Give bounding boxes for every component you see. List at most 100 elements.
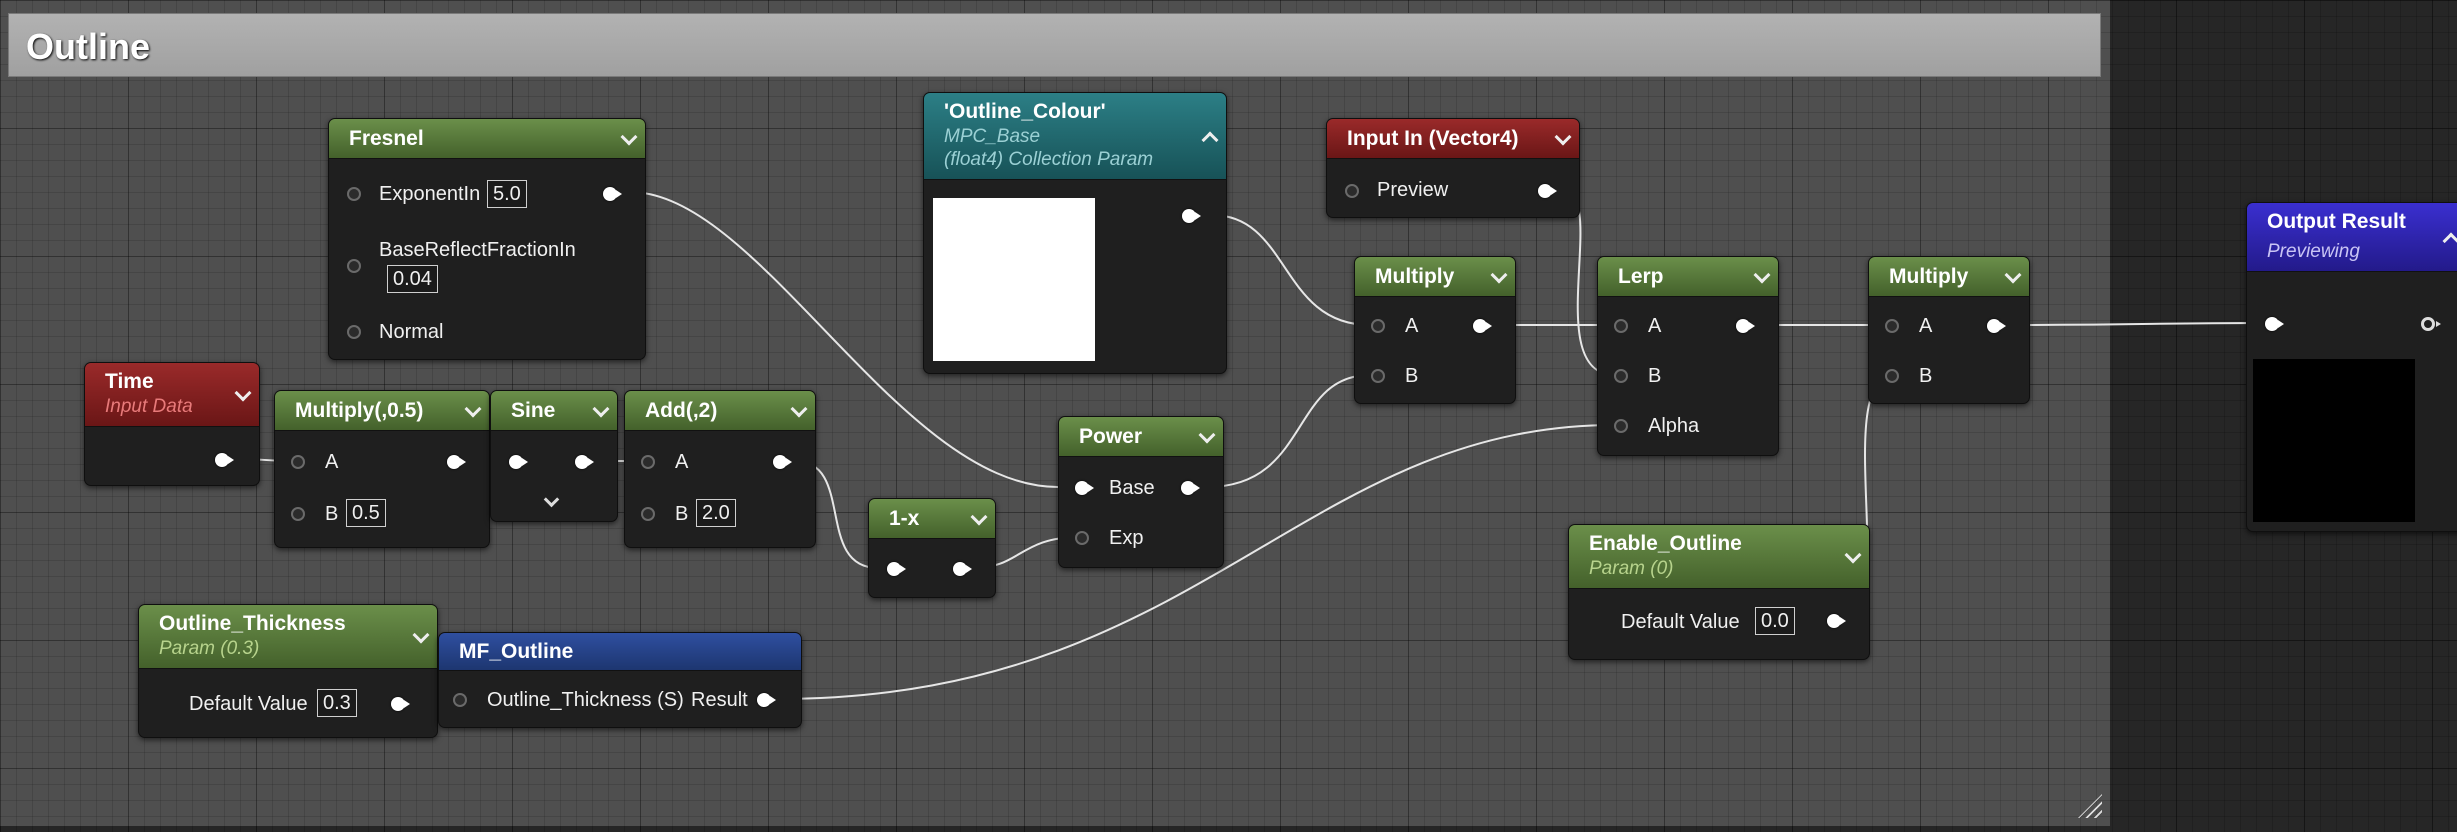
- outline-thickness-output-pin[interactable]: [391, 697, 410, 711]
- multiply-half-b-pin[interactable]: [291, 507, 305, 521]
- outline-colour-header[interactable]: 'Outline_Colour' MPC_Base (float4) Colle…: [924, 93, 1226, 180]
- output-result-input-pin[interactable]: [2265, 317, 2284, 331]
- collapse-chevron-icon[interactable]: [790, 400, 808, 417]
- collapse-chevron-icon[interactable]: [1490, 266, 1508, 283]
- time-node[interactable]: Time Input Data: [84, 362, 260, 486]
- power-exp-pin[interactable]: [1075, 531, 1089, 545]
- multiply-2-a-pin[interactable]: [1885, 319, 1899, 333]
- enable-outline-output-pin[interactable]: [1827, 614, 1846, 628]
- one-minus-header[interactable]: 1-x: [869, 499, 995, 539]
- multiply-1-header[interactable]: Multiply: [1355, 257, 1515, 297]
- enable-outline-node[interactable]: Enable_Outline Param (0) Default Value 0…: [1568, 524, 1870, 660]
- lerp-title: Lerp: [1618, 265, 1664, 288]
- add-a-pin[interactable]: [641, 455, 655, 469]
- comment-header[interactable]: Outline: [8, 13, 2101, 77]
- fresnel-node[interactable]: Fresnel ExponentIn 5.0 BaseReflectFracti…: [328, 118, 646, 360]
- time-subtitle: Input Data: [105, 396, 193, 417]
- collapse-chevron-icon[interactable]: [1554, 128, 1572, 145]
- multiply-half-a-pin[interactable]: [291, 455, 305, 469]
- sine-node[interactable]: Sine: [490, 390, 618, 522]
- sine-input-pin[interactable]: [509, 455, 528, 469]
- add-node[interactable]: Add(,2) A B 2.0: [624, 390, 816, 548]
- one-minus-output-pin[interactable]: [953, 562, 972, 576]
- multiply-1-b-pin[interactable]: [1371, 369, 1385, 383]
- lerp-node[interactable]: Lerp A B Alpha: [1597, 256, 1779, 456]
- time-header[interactable]: Time Input Data: [85, 363, 259, 427]
- base-reflect-pin[interactable]: [347, 259, 361, 273]
- multiply-2-b-pin[interactable]: [1885, 369, 1899, 383]
- outline-thickness-title: Outline_Thickness: [159, 612, 346, 635]
- time-output-pin[interactable]: [215, 453, 234, 467]
- multiply-half-header[interactable]: Multiply(,0.5): [275, 391, 489, 431]
- output-result-node[interactable]: Output Result Previewing: [2246, 202, 2457, 532]
- sine-title: Sine: [511, 399, 556, 422]
- outline-colour-node[interactable]: 'Outline_Colour' MPC_Base (float4) Colle…: [923, 92, 1227, 374]
- collapse-chevron-icon[interactable]: [592, 400, 610, 417]
- multiply-node-1[interactable]: Multiply A B: [1354, 256, 1516, 404]
- multiply-node-2[interactable]: Multiply A B: [1868, 256, 2030, 404]
- collapse-chevron-icon[interactable]: [464, 400, 482, 417]
- outline-thickness-node[interactable]: Outline_Thickness Param (0.3) Default Va…: [138, 604, 438, 738]
- power-base-pin[interactable]: [1075, 481, 1094, 495]
- add-title: Add(,2): [645, 399, 718, 422]
- one-minus-node[interactable]: 1-x: [868, 498, 996, 598]
- add-header[interactable]: Add(,2): [625, 391, 815, 431]
- multiply-half-a-label: A: [325, 451, 339, 473]
- multiply-2-output-pin[interactable]: [1987, 319, 2006, 333]
- add-b-value-field[interactable]: 2.0: [696, 499, 736, 527]
- output-result-header[interactable]: Output Result Previewing: [2247, 203, 2457, 272]
- input-in-title: Input In (Vector4): [1347, 127, 1519, 150]
- outline-thickness-header[interactable]: Outline_Thickness Param (0.3): [139, 605, 437, 669]
- lerp-header[interactable]: Lerp: [1598, 257, 1778, 297]
- mf-outline-header[interactable]: MF_Outline: [439, 633, 801, 671]
- outline-colour-output-pin[interactable]: [1182, 209, 1201, 223]
- multiply-half-b-label: B: [325, 503, 339, 525]
- sine-header[interactable]: Sine: [491, 391, 617, 431]
- power-header[interactable]: Power: [1059, 417, 1223, 457]
- input-in-header[interactable]: Input In (Vector4): [1327, 119, 1579, 159]
- mf-outline-output-pin[interactable]: [757, 693, 776, 707]
- multiply-half-node[interactable]: Multiply(,0.5) A B 0.5: [274, 390, 490, 548]
- normal-pin[interactable]: [347, 325, 361, 339]
- multiply-2-header[interactable]: Multiply: [1869, 257, 2029, 297]
- power-exp-label: Exp: [1109, 527, 1144, 549]
- lerp-a-pin[interactable]: [1614, 319, 1628, 333]
- multiply-half-b-value-field[interactable]: 0.5: [346, 499, 386, 527]
- collapse-chevron-icon[interactable]: [1198, 426, 1216, 443]
- preview-pin[interactable]: [1345, 184, 1359, 198]
- output-result-output-pin[interactable]: [2421, 317, 2441, 331]
- fresnel-output-pin[interactable]: [603, 187, 622, 201]
- resize-grip-icon[interactable]: [2078, 794, 2102, 818]
- one-minus-input-pin[interactable]: [887, 562, 906, 576]
- lerp-alpha-pin[interactable]: [1614, 419, 1628, 433]
- lerp-b-pin[interactable]: [1614, 369, 1628, 383]
- collapse-chevron-icon[interactable]: [2004, 266, 2022, 283]
- base-reflect-value-field[interactable]: 0.04: [387, 265, 438, 293]
- mf-outline-input-pin[interactable]: [453, 693, 467, 707]
- power-node[interactable]: Power Base Exp: [1058, 416, 1224, 568]
- add-output-pin[interactable]: [773, 455, 792, 469]
- multiply-1-a-pin[interactable]: [1371, 319, 1385, 333]
- fresnel-header[interactable]: Fresnel: [329, 119, 645, 159]
- enable-outline-default-value-field[interactable]: 0.0: [1755, 607, 1795, 635]
- add-b-pin[interactable]: [641, 507, 655, 521]
- collapse-chevron-icon[interactable]: [1753, 266, 1771, 283]
- mf-outline-node[interactable]: MF_Outline Outline_Thickness (S) Result: [438, 632, 802, 728]
- advanced-chevron-icon[interactable]: [543, 491, 560, 508]
- exponent-value-field[interactable]: 5.0: [487, 180, 527, 208]
- multiply-half-output-pin[interactable]: [447, 455, 466, 469]
- outline-thickness-default-value-field[interactable]: 0.3: [317, 689, 357, 717]
- outline-thickness-subtitle: Param (0.3): [159, 638, 260, 659]
- sine-output-pin[interactable]: [575, 455, 594, 469]
- outline-thickness-default-label: Default Value: [189, 693, 308, 715]
- input-in-node[interactable]: Input In (Vector4) Preview: [1326, 118, 1580, 218]
- exponent-pin[interactable]: [347, 187, 361, 201]
- power-output-pin[interactable]: [1181, 481, 1200, 495]
- base-reflect-label: BaseReflectFractionIn: [379, 239, 576, 261]
- enable-outline-header[interactable]: Enable_Outline Param (0): [1569, 525, 1869, 589]
- multiply-1-output-pin[interactable]: [1473, 319, 1492, 333]
- collapse-chevron-icon[interactable]: [620, 128, 638, 145]
- collapse-chevron-icon[interactable]: [970, 508, 988, 525]
- input-in-output-pin[interactable]: [1538, 184, 1557, 198]
- lerp-output-pin[interactable]: [1736, 319, 1755, 333]
